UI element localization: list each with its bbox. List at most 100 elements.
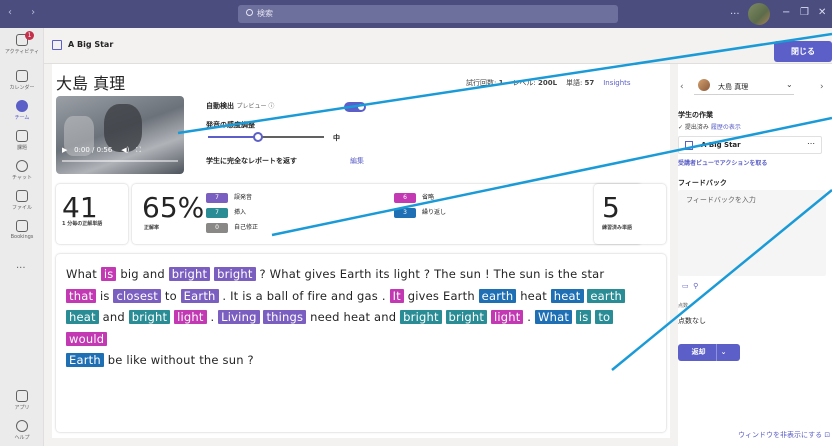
user-avatar[interactable] xyxy=(748,3,770,25)
wcpm-card: 41 1 分毎の正解単語 xyxy=(56,184,128,244)
highlighted-word[interactable]: light xyxy=(174,310,207,325)
rail-chat[interactable]: チャット xyxy=(0,160,44,181)
highlighted-word[interactable]: that xyxy=(66,288,97,303)
record-icon[interactable]: ▭ xyxy=(682,282,689,290)
rail-help[interactable]: ヘルプ xyxy=(0,420,44,441)
highlighted-word[interactable]: bright xyxy=(128,310,171,325)
highlighted-word[interactable]: It xyxy=(389,288,404,303)
history-link[interactable]: 履歴の表示 xyxy=(711,124,741,131)
accuracy-value: 65% xyxy=(142,191,205,224)
prev-student-button[interactable]: ‹ xyxy=(680,82,684,92)
rail-bookings[interactable]: Bookings xyxy=(0,220,44,240)
self-correction-label: 自己修正 xyxy=(234,224,259,231)
file-icon xyxy=(685,141,693,150)
hide-window-label: ウィンドウを非表示にする xyxy=(738,431,823,439)
points-heading: 点数 xyxy=(678,303,689,309)
edit-link[interactable]: 編集 xyxy=(350,156,364,166)
auto-detect-option: 自動検出 プレビュー ⓘ xyxy=(206,101,274,111)
return-button[interactable]: 返却 ⌄ xyxy=(678,344,740,361)
error-insertion[interactable]: 7 挿入 xyxy=(206,207,246,218)
bookings-icon xyxy=(16,220,28,232)
error-self-correction[interactable]: 0 自己修正 xyxy=(206,222,258,233)
rail-assignments[interactable]: 課題 xyxy=(0,130,44,151)
passage-text: ? What gives Earth its light ? The sun !… xyxy=(259,267,605,281)
highlighted-word[interactable]: closest xyxy=(113,288,161,303)
highlighted-word[interactable]: Living xyxy=(218,310,260,325)
highlighted-word[interactable]: What xyxy=(535,310,573,325)
reading-text: What is big and bright bright ? What giv… xyxy=(66,264,656,372)
insights-link[interactable]: Insights xyxy=(603,79,630,87)
calendar-icon xyxy=(16,70,28,82)
close-window-button[interactable]: ✕ xyxy=(818,7,826,18)
passage-text: big xyxy=(120,267,139,281)
rail-files[interactable]: ファイル xyxy=(0,190,44,211)
search-box[interactable]: 検索 xyxy=(238,5,618,23)
sensitivity-knob[interactable] xyxy=(252,132,263,142)
rail-calendar[interactable]: カレンダー xyxy=(0,70,44,91)
sensitivity-value: 中 xyxy=(333,134,340,142)
student-selector[interactable]: 大島 真理 ⌄ xyxy=(694,77,794,95)
sensitivity-slider[interactable] xyxy=(208,132,324,142)
highlighted-word[interactable]: is xyxy=(575,310,592,325)
attempts-value: 1 xyxy=(498,79,504,87)
level-value: 200L xyxy=(537,79,558,87)
rail-teams[interactable]: チーム xyxy=(0,100,44,121)
file-icon xyxy=(16,190,28,202)
highlighted-word[interactable]: heat xyxy=(66,310,99,325)
student-side-panel: ‹ 大島 真理 ⌄ › 学生の作業 ✓ 提出済み 履歴の表示 A Big Sta… xyxy=(678,64,832,446)
maximize-button[interactable]: ❐ xyxy=(800,7,809,18)
highlighted-word[interactable]: earth xyxy=(587,288,626,303)
rail-calendar-label: カレンダー xyxy=(9,85,35,91)
rail-apps[interactable]: アプリ xyxy=(0,390,44,411)
video-blur-figure xyxy=(104,104,142,152)
attempts-label: 試行回数: xyxy=(466,79,497,87)
highlighted-word[interactable]: bright xyxy=(400,310,442,325)
highlighted-word[interactable]: bright xyxy=(214,267,256,281)
highlighted-word[interactable]: bright xyxy=(445,310,488,325)
passage-text: gives Earth xyxy=(407,288,475,303)
self-correction-count: 0 xyxy=(206,222,228,233)
more-options-button[interactable]: ... xyxy=(730,6,740,17)
insertion-label: 挿入 xyxy=(234,209,247,216)
feedback-tools[interactable]: ▭ ⚲ xyxy=(682,282,698,290)
video-progress-bar[interactable] xyxy=(62,160,178,162)
next-student-button[interactable]: › xyxy=(820,82,824,92)
passage-text: to xyxy=(164,288,177,303)
help-icon xyxy=(16,420,28,432)
error-repetition[interactable]: 3 繰り返し xyxy=(394,207,446,218)
rail-more-button[interactable]: ... xyxy=(16,260,26,271)
nav-arrows[interactable]: ‹ › xyxy=(8,7,43,18)
highlighted-word[interactable]: would xyxy=(66,331,108,346)
take-action-link[interactable]: 受講者ビューでアクションを取る xyxy=(678,158,767,167)
accuracy-card: 65% 正解率 7 誤発音 7 挿入 0 自己修正 6 省略 3 繰り返し xyxy=(132,184,642,244)
highlighted-word[interactable]: light xyxy=(490,310,524,325)
file-more-button[interactable]: ⋯ xyxy=(807,139,815,148)
auto-detect-toggle[interactable] xyxy=(344,102,366,112)
video-player[interactable]: ▶ 0:00 / 0:56 ◀) ⛶ xyxy=(56,96,184,174)
close-button[interactable]: 閉じる xyxy=(774,41,832,62)
highlighted-word[interactable]: bright xyxy=(168,267,211,281)
highlighted-word[interactable]: heat xyxy=(550,288,584,303)
error-mispronunciation[interactable]: 7 誤発音 xyxy=(206,192,252,203)
play-icon[interactable]: ▶ xyxy=(62,146,67,154)
error-omission[interactable]: 6 省略 xyxy=(394,192,434,203)
rail-activity[interactable]: 1 アクティビティ xyxy=(0,31,44,55)
fullscreen-icon[interactable]: ⛶ xyxy=(136,146,141,154)
highlighted-word[interactable]: is xyxy=(100,267,117,281)
minimize-button[interactable]: − xyxy=(782,7,790,18)
passage-text: . It is a ball of fire and gas . xyxy=(222,288,386,303)
hide-window-link[interactable]: ウィンドウを非表示にする ⊡ xyxy=(738,430,830,440)
highlighted-word[interactable]: earth xyxy=(478,288,517,303)
volume-icon[interactable]: ◀) xyxy=(121,146,129,154)
highlighted-word[interactable]: things xyxy=(263,310,307,325)
highlighted-word[interactable]: Earth xyxy=(180,288,219,303)
highlighted-word[interactable]: to xyxy=(595,310,614,325)
submitted-file[interactable]: A Big Star ⋯ xyxy=(678,136,822,154)
video-controls[interactable]: ▶ 0:00 / 0:56 ◀) ⛶ xyxy=(62,146,141,155)
chevron-down-icon[interactable]: ⌄ xyxy=(721,348,727,356)
passage-text: What xyxy=(66,267,98,281)
attach-icon[interactable]: ⚲ xyxy=(693,282,698,290)
highlighted-word[interactable]: Earth xyxy=(66,353,104,368)
mispronunciation-count: 7 xyxy=(206,192,228,203)
feedback-input[interactable]: フィードバックを入力 xyxy=(678,190,826,276)
